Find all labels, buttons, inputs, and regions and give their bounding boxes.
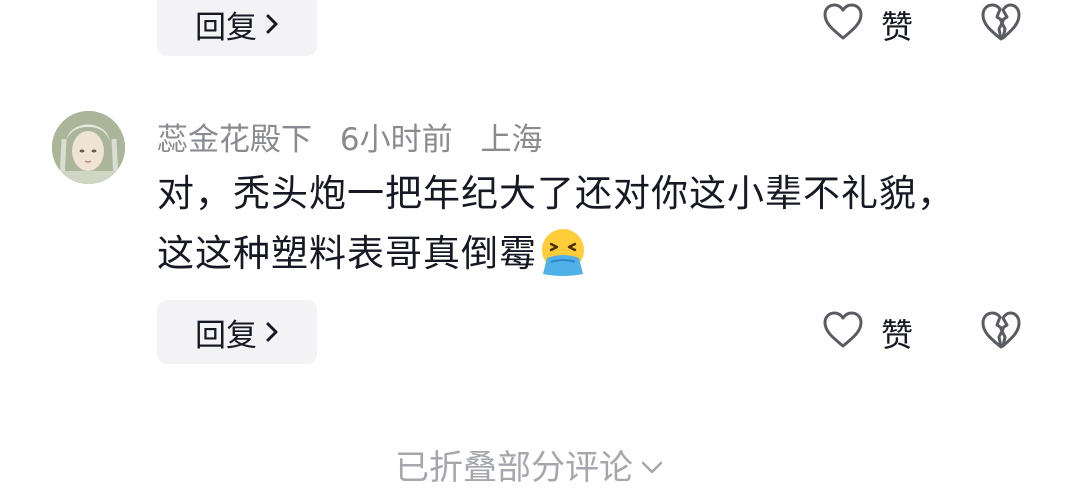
timestamp: 6小时前: [339, 122, 453, 158]
like-label[interactable]: 赞: [881, 310, 913, 356]
avatar-portrait-image: [52, 111, 125, 184]
collapsed-comments-toggle[interactable]: 已折叠部分评论: [395, 440, 663, 489]
broken-heart-icon[interactable]: [979, 0, 1023, 44]
like-label[interactable]: 赞: [881, 2, 913, 48]
comment-action-row: 回复 赞: [0, 300, 1080, 364]
broken-heart-icon[interactable]: [979, 308, 1023, 352]
reply-label: 回复: [195, 317, 257, 354]
reply-button[interactable]: 回复: [157, 0, 317, 56]
collapsed-label: 已折叠部分评论: [395, 448, 633, 488]
chevron-right-icon: [266, 14, 278, 34]
location: 上海: [480, 122, 543, 158]
comment-meta: 蕊金花殿下 6小时前 上海: [157, 114, 560, 159]
vomit-face-emoji: [542, 229, 584, 276]
heart-outline-icon[interactable]: [822, 309, 864, 351]
heart-outline-icon[interactable]: [822, 1, 864, 43]
comment-text-block: 对，秃头炮一把年纪大了还对你这小辈不礼貌，这这种塑料表哥真倒霉: [157, 164, 977, 284]
top-action-row: 回复 赞: [0, 0, 1080, 56]
reply-label: 回复: [195, 9, 257, 46]
avatar[interactable]: [52, 111, 125, 184]
username[interactable]: 蕊金花殿下: [157, 122, 312, 158]
reply-button[interactable]: 回复: [157, 300, 317, 364]
chevron-right-icon: [266, 322, 278, 342]
